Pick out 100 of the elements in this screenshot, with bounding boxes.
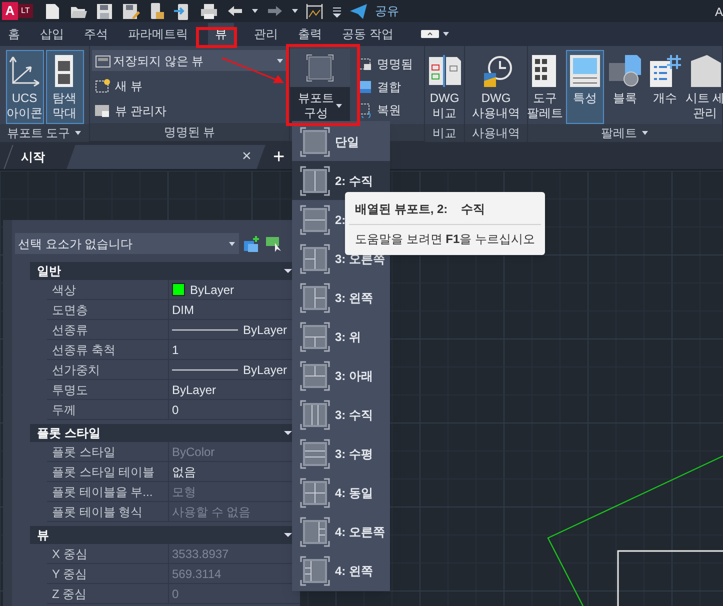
count-icon: [647, 53, 683, 89]
viewport-layout-icon: [300, 516, 330, 546]
tooltip-help: 도움말을 보려면 F1을 누르십시오: [354, 231, 536, 248]
ribbon-tab[interactable]: 삽입: [40, 23, 64, 45]
button-label: 탐색: [52, 91, 76, 106]
caret-icon: [276, 56, 284, 64]
panel-title: 뷰포트 도구: [6, 125, 70, 142]
tab-label: 시작: [21, 149, 45, 166]
app-logo[interactable]: A: [2, 2, 18, 20]
panel-title: 비교: [432, 125, 456, 142]
button-label: 비교: [431, 106, 458, 121]
ribbon-button[interactable]: 탐색 막대: [46, 50, 84, 124]
highlight-frame: [196, 27, 237, 48]
tooltip-title: 배열된 뷰포트, 2: 수직: [354, 201, 486, 218]
viewport-layout-icon: [300, 166, 330, 196]
button-label: 특성: [573, 91, 597, 106]
viewport-layout-item[interactable]: 2: 수직: [292, 161, 390, 200]
caret-icon[interactable]: [250, 7, 259, 15]
viewport-layout-icon: [300, 360, 330, 390]
button-label: 개수: [653, 91, 677, 106]
ribbon-tab[interactable]: 파라메트릭: [128, 23, 188, 45]
measure-icon[interactable]: [304, 2, 325, 20]
collapse-icon[interactable]: [283, 531, 293, 539]
add-to-selection-icon[interactable]: [243, 234, 261, 252]
ribbon-tab[interactable]: 홈: [8, 23, 20, 45]
caret-icon: [336, 102, 342, 108]
viewport-layout-icon: [300, 322, 330, 352]
view-icon: [95, 54, 111, 68]
section-title: 일반: [37, 263, 61, 280]
viewport-layout-icon: [300, 204, 330, 234]
viewport-layout-icon: [300, 244, 330, 274]
property-label: 플롯 테이블 형식: [47, 502, 169, 521]
button-label: 시트 세: [685, 91, 723, 106]
property-label: 플롯 테이블을 부...: [47, 482, 169, 501]
selection-dropdown[interactable]: 선택 요소가 없습니다: [15, 233, 239, 254]
ribbon-button[interactable]: 시트 세 관리: [686, 50, 723, 124]
section-title: 플롯 스타일: [37, 425, 100, 442]
ribbon-button[interactable]: 특성: [566, 50, 604, 124]
document-tab[interactable]: ×: [66, 145, 266, 169]
viewport-layout-icon: [300, 126, 330, 156]
property-label: 두께: [47, 400, 169, 419]
viewport-layout-item[interactable]: 4: 동일: [292, 473, 390, 512]
caret-icon[interactable]: [442, 30, 450, 38]
ribbon-item[interactable]: 명명됨: [356, 53, 413, 74]
property-label: 도면층: [47, 300, 169, 319]
window-title: A: [714, 4, 723, 21]
collapse-icon[interactable]: [283, 429, 293, 437]
property-label: 투명도: [47, 380, 169, 399]
ribbon-item[interactable]: 결합: [356, 76, 413, 97]
caret-icon[interactable]: [641, 129, 649, 137]
new-view-icon: [94, 78, 110, 93]
button-label: DWG: [430, 91, 460, 106]
view-dropdown[interactable]: 저장되지 않은 뷰: [92, 50, 287, 71]
linetype-sample-icon: [172, 368, 238, 372]
property-label: 색상: [47, 280, 169, 299]
ribbon-item[interactable]: 복원: [356, 99, 413, 120]
ribbon-tab[interactable]: 관리: [254, 23, 278, 45]
ribbon-button[interactable]: UCS 아이콘: [6, 50, 44, 124]
panel-toggle-icon[interactable]: [421, 30, 440, 38]
caret-icon[interactable]: [290, 7, 299, 15]
caret-icon[interactable]: [74, 129, 82, 137]
properties-icon: [567, 53, 603, 89]
viewport-layout-icon: [300, 400, 330, 430]
ribbon-button[interactable]: DWG 비교: [426, 50, 464, 124]
menu-icon[interactable]: [330, 4, 343, 18]
property-label: 플롯 스타일 테이블: [47, 462, 169, 481]
collapse-icon[interactable]: [283, 267, 293, 275]
compare-icon: [426, 53, 462, 89]
ribbon-tab[interactable]: 출력: [298, 23, 322, 45]
ribbon-button[interactable]: 블록: [606, 50, 644, 124]
button-label: 막대: [52, 106, 76, 121]
viewport-layout-icon: [300, 282, 330, 312]
button-label: DWG: [480, 91, 512, 106]
annotation-arrow: [221, 56, 285, 86]
ribbon-item[interactable]: 새 뷰: [92, 75, 144, 96]
button-label: 관리: [692, 106, 718, 121]
ribbon-tab[interactable]: 주석: [84, 23, 108, 45]
property-label: 선종류 축척: [47, 340, 169, 359]
view-manager-icon: [94, 103, 110, 118]
button-label: 도구: [532, 91, 558, 106]
close-tab-button[interactable]: ×: [242, 149, 251, 165]
property-label: 선가중치: [47, 360, 169, 379]
save-as-icon[interactable]: [120, 2, 141, 20]
viewport-layout-icon: [300, 556, 330, 586]
save-icon[interactable]: [94, 2, 115, 20]
edition-badge: LT: [18, 4, 33, 18]
select-objects-icon[interactable]: [265, 234, 283, 252]
property-label: Y 중심: [47, 564, 169, 583]
ribbon-button[interactable]: 도구 팔레트: [526, 50, 564, 124]
viewport-icon: [306, 54, 334, 82]
dropdown-value: 저장되지 않은 뷰: [113, 52, 205, 70]
ribbon-button[interactable]: 개수: [646, 50, 684, 124]
button-label: 사용내역: [472, 106, 520, 121]
ribbon-tab[interactable]: 공동 작업: [342, 23, 394, 45]
share-link[interactable]: 공유: [374, 2, 399, 20]
block-icon: [607, 53, 643, 89]
property-label: Z 중심: [47, 584, 169, 603]
print-icon[interactable]: [198, 2, 219, 20]
button-label: UCS: [10, 91, 38, 106]
ribbon-item[interactable]: 뷰 관리자: [92, 100, 168, 121]
